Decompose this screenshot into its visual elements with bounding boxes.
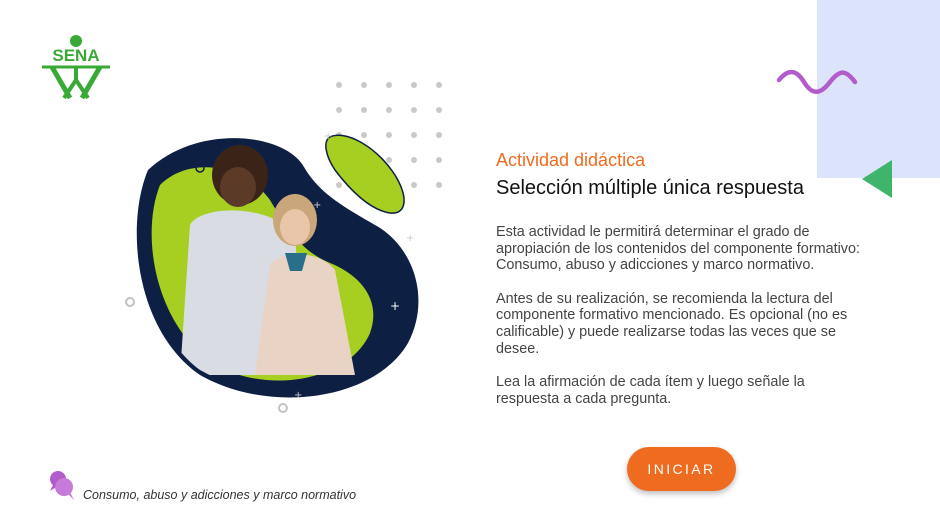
triangle-decoration xyxy=(862,160,892,198)
description-paragraph-1: Esta actividad le permitirá determinar e… xyxy=(496,224,860,274)
sena-logo: SENA xyxy=(42,35,110,100)
activity-intro: Actividad didáctica Selección múltiple ú… xyxy=(496,150,861,407)
description-paragraph-3: Lea la afirmación de cada ítem y luego s… xyxy=(496,374,805,407)
activity-subtitle: Actividad didáctica xyxy=(496,150,646,170)
svg-text:+: + xyxy=(324,131,332,142)
logo-text: SENA xyxy=(52,46,99,65)
chat-bubbles-icon xyxy=(50,471,74,500)
svg-text:+: + xyxy=(313,200,321,211)
hero-illustration: + + + + + xyxy=(125,82,442,413)
course-name: Consumo, abuso y adicciones y marco norm… xyxy=(83,488,357,502)
start-button[interactable]: INICIAR xyxy=(627,447,736,491)
svg-text:+: + xyxy=(406,233,414,244)
svg-text:+: + xyxy=(294,390,302,401)
activity-title: Selección múltiple única respuesta xyxy=(496,177,804,199)
wave-decoration xyxy=(776,70,858,94)
svg-text:+: + xyxy=(390,299,400,313)
description-paragraph-2: Antes de su realización, se recomienda l… xyxy=(496,290,848,357)
